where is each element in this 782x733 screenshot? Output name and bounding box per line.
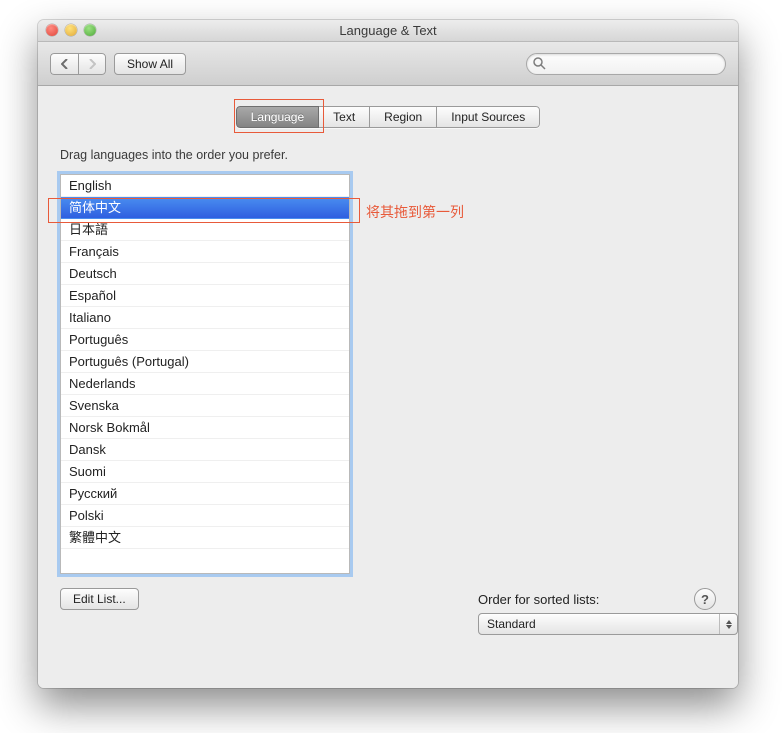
toolbar: Show All: [38, 42, 738, 86]
list-item[interactable]: Deutsch: [61, 263, 349, 285]
search-field[interactable]: [526, 53, 726, 75]
sort-order-popup[interactable]: Standard: [478, 613, 738, 635]
list-item[interactable]: Español: [61, 285, 349, 307]
tabbar: LanguageTextRegionInput Sources: [236, 106, 540, 128]
list-item[interactable]: Polski: [61, 505, 349, 527]
annotation-text: 将其拖到第一列: [366, 202, 464, 222]
list-item[interactable]: Suomi: [61, 461, 349, 483]
list-item[interactable]: 日本語: [61, 219, 349, 241]
list-item[interactable]: English: [61, 175, 349, 197]
preferences-window: Language & Text Show All LanguageTextReg…: [38, 20, 738, 688]
sort-order-value: Standard: [487, 617, 536, 631]
sort-order-block: Order for sorted lists: Standard: [478, 592, 738, 635]
minimize-icon[interactable]: [65, 24, 77, 36]
tab-language[interactable]: Language: [236, 106, 319, 128]
tab-region[interactable]: Region: [370, 106, 437, 128]
edit-list-button[interactable]: Edit List...: [60, 588, 139, 610]
list-item[interactable]: Nederlands: [61, 373, 349, 395]
zoom-icon[interactable]: [84, 24, 96, 36]
nav-buttons: [50, 53, 106, 75]
back-button[interactable]: [50, 53, 78, 75]
list-item[interactable]: Русский: [61, 483, 349, 505]
list-item[interactable]: Dansk: [61, 439, 349, 461]
language-list[interactable]: English简体中文日本語FrançaisDeutschEspañolItal…: [60, 174, 350, 574]
stepper-icon: [719, 614, 737, 634]
tab-input-sources[interactable]: Input Sources: [437, 106, 540, 128]
list-item[interactable]: 简体中文: [61, 197, 349, 219]
close-icon[interactable]: [46, 24, 58, 36]
list-item[interactable]: Norsk Bokmål: [61, 417, 349, 439]
content-pane: LanguageTextRegionInput Sources Drag lan…: [38, 86, 738, 688]
list-item[interactable]: Svenska: [61, 395, 349, 417]
traffic-lights: [46, 24, 96, 36]
tab-text[interactable]: Text: [319, 106, 370, 128]
window-title: Language & Text: [339, 23, 436, 38]
list-item[interactable]: Português (Portugal): [61, 351, 349, 373]
search-input[interactable]: [550, 57, 717, 71]
instruction-text: Drag languages into the order you prefer…: [60, 148, 716, 162]
search-icon: [533, 57, 546, 70]
chevron-left-icon: [61, 59, 69, 69]
forward-button[interactable]: [78, 53, 106, 75]
list-item[interactable]: Italiano: [61, 307, 349, 329]
list-item[interactable]: 繁體中文: [61, 527, 349, 549]
titlebar[interactable]: Language & Text: [38, 20, 738, 42]
list-item[interactable]: Français: [61, 241, 349, 263]
sort-order-label: Order for sorted lists:: [478, 592, 738, 607]
list-item[interactable]: Português: [61, 329, 349, 351]
show-all-button[interactable]: Show All: [114, 53, 186, 75]
chevron-right-icon: [88, 59, 96, 69]
